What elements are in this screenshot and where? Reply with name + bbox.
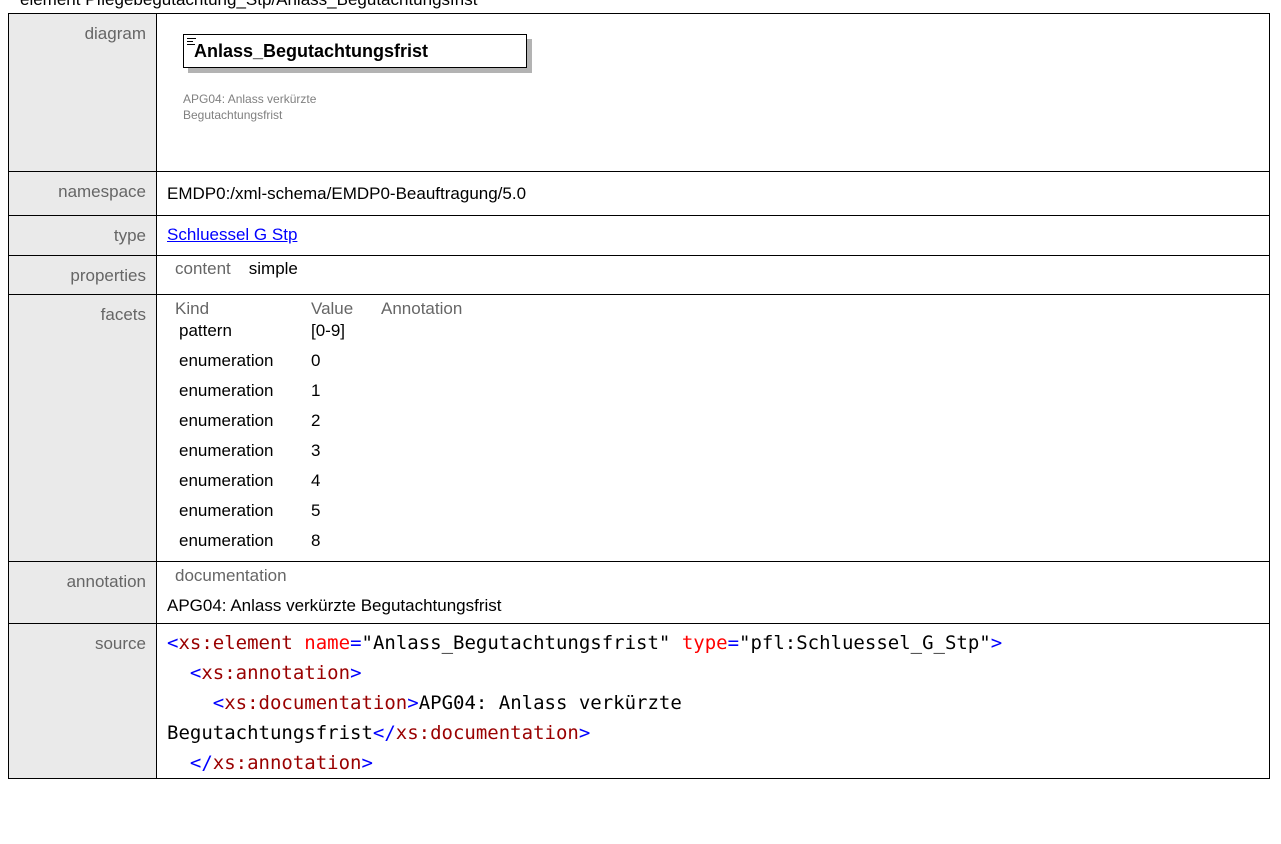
properties-label: properties: [8, 255, 157, 295]
facet-row: enumeration 5: [179, 501, 321, 520]
element-box-name: Anlass_Begutachtungsfrist: [194, 41, 429, 61]
facet-row: enumeration 3: [179, 441, 321, 460]
annotation-row: annotation documentation APG04: Anlass v…: [8, 561, 1270, 624]
documentation-text: APG04: Anlass verkürzte Begutachtungsfri…: [167, 596, 502, 615]
facets-label: facets: [8, 294, 157, 562]
facets-header-value: Value: [311, 299, 354, 318]
facet-row: enumeration 2: [179, 411, 321, 430]
source-label: source: [8, 623, 157, 779]
diagram-label: diagram: [8, 13, 157, 172]
properties-row: properties content simple: [8, 255, 1270, 295]
facet-row: enumeration 4: [179, 471, 321, 490]
page-heading: element Pflegebegutachtung_Stp/Anlass_Be…: [20, 0, 477, 10]
type-label: type: [8, 215, 157, 256]
element-doc-table: diagram Anlass_Begutachtungsfrist APG04:…: [8, 13, 1270, 779]
diagram-annotation: APG04: Anlass verkürzte Begutachtungsfri…: [183, 92, 317, 122]
diagram-row: diagram Anlass_Begutachtungsfrist APG04:…: [8, 13, 1270, 172]
documentation-key: documentation: [175, 566, 287, 585]
facet-row: enumeration 8: [179, 531, 321, 550]
facet-row: enumeration 1: [179, 381, 321, 400]
facets-table: Kind Value Annotation pattern [0-9] enume…: [175, 299, 462, 561]
facet-row: enumeration 0: [179, 351, 321, 370]
facets-header: Kind Value Annotation: [175, 299, 462, 321]
sequence-icon: [187, 38, 196, 47]
namespace-label: namespace: [8, 171, 157, 216]
namespace-value: EMDP0:/xml-schema/EMDP0-Beauftragung/5.0: [156, 171, 1270, 216]
element-box[interactable]: Anlass_Begutachtungsfrist: [183, 34, 527, 68]
source-row: source <xs:element name="Anlass_Begutach…: [8, 623, 1270, 779]
facets-header-annotation: Annotation: [381, 299, 463, 318]
facet-row: pattern [0-9]: [179, 321, 346, 340]
properties-value: simple: [248, 259, 298, 278]
source-code: <xs:element name="Anlass_Begutachtungsfr…: [167, 632, 1003, 774]
namespace-row: namespace EMDP0:/xml-schema/EMDP0-Beauft…: [8, 171, 1270, 216]
facets-row: facets Kind Value Annotation pattern [0-9…: [8, 294, 1270, 562]
annotation-label: annotation: [8, 561, 157, 624]
type-row: type Schluessel G Stp: [8, 215, 1270, 256]
type-link[interactable]: Schluessel G Stp: [167, 225, 297, 244]
properties-key: content: [175, 259, 231, 278]
facets-header-kind: Kind: [175, 299, 210, 318]
diagram: Anlass_Begutachtungsfrist APG04: Anlass …: [167, 14, 1269, 171]
